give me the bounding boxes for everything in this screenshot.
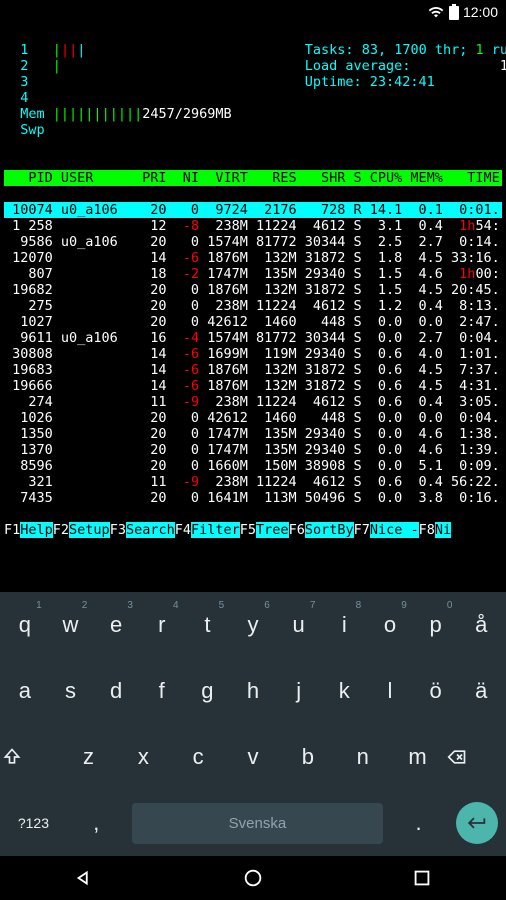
key-o[interactable]: o9 <box>367 598 413 652</box>
key-l[interactable]: l <box>367 664 413 718</box>
key-b[interactable]: b <box>280 730 335 784</box>
key-u[interactable]: u7 <box>276 598 322 652</box>
period-key[interactable]: . <box>387 796 450 850</box>
spacebar[interactable]: Svenska <box>132 803 383 844</box>
key-q[interactable]: q1 <box>2 598 48 652</box>
wifi-icon <box>427 4 445 20</box>
key-p[interactable]: p0 <box>413 598 459 652</box>
keyboard-row-2: asdfghjklöä <box>0 658 506 724</box>
process-header: PID USER PRI NI VIRT RES SHR S CPU% MEM%… <box>4 170 502 186</box>
key-y[interactable]: y6 <box>230 598 276 652</box>
soft-keyboard: q1w2e3r4t5y6u7i8o9p0å asdfghjklöä zxcvbn… <box>0 592 506 856</box>
htop-summary: 1 [|||| ] Tasks: 83, 1700 thr; 1 runni 2… <box>4 42 502 154</box>
key-å[interactable]: å <box>458 598 504 652</box>
home-button[interactable] <box>242 867 264 889</box>
function-keys: F1HelpF2SetupF3SearchF4FilterF5TreeF6Sor… <box>4 522 502 538</box>
status-bar: 12:00 <box>0 0 506 24</box>
battery-icon <box>449 4 459 20</box>
comma-key[interactable]: , <box>65 796 128 850</box>
backspace-key[interactable] <box>445 733 504 781</box>
terminal[interactable]: 1 [|||| ] Tasks: 83, 1700 thr; 1 runni 2… <box>0 24 506 556</box>
back-button[interactable] <box>73 867 95 889</box>
clock: 12:00 <box>463 4 498 20</box>
key-t[interactable]: t5 <box>185 598 231 652</box>
key-x[interactable]: x <box>116 730 171 784</box>
key-z[interactable]: z <box>61 730 116 784</box>
key-ä[interactable]: ä <box>458 664 504 718</box>
key-h[interactable]: h <box>230 664 276 718</box>
key-f[interactable]: f <box>139 664 185 718</box>
recents-button[interactable] <box>411 867 433 889</box>
keyboard-row-1: q1w2e3r4t5y6u7i8o9p0å <box>0 592 506 658</box>
key-v[interactable]: v <box>226 730 281 784</box>
key-ö[interactable]: ö <box>413 664 459 718</box>
shift-key[interactable] <box>2 733 61 781</box>
key-k[interactable]: k <box>321 664 367 718</box>
key-s[interactable]: s <box>48 664 94 718</box>
key-r[interactable]: r4 <box>139 598 185 652</box>
key-g[interactable]: g <box>185 664 231 718</box>
keyboard-row-4: ?123 , Svenska . <box>0 790 506 856</box>
enter-key[interactable] <box>456 802 498 844</box>
key-e[interactable]: e3 <box>93 598 139 652</box>
key-a[interactable]: a <box>2 664 48 718</box>
key-i[interactable]: i8 <box>321 598 367 652</box>
process-list: 10074 u0_a106 20 0 9724 2176 728 R 14.1 … <box>4 202 502 506</box>
navigation-bar <box>0 856 506 900</box>
key-m[interactable]: m <box>390 730 445 784</box>
symbols-key[interactable]: ?123 <box>2 801 65 845</box>
key-w[interactable]: w2 <box>48 598 94 652</box>
key-c[interactable]: c <box>171 730 226 784</box>
keyboard-row-3: zxcvbnm <box>0 724 506 790</box>
key-d[interactable]: d <box>93 664 139 718</box>
key-n[interactable]: n <box>335 730 390 784</box>
key-j[interactable]: j <box>276 664 322 718</box>
